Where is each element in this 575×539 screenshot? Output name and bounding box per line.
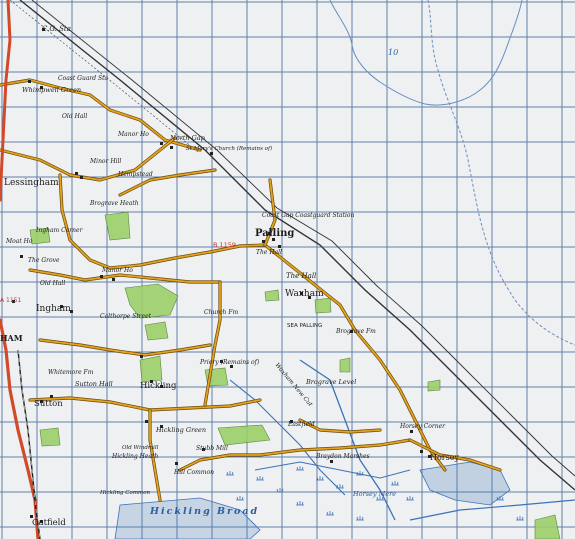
building-block	[145, 420, 148, 423]
label-north-gap: North Gap	[169, 134, 206, 142]
label-marys-church: St Mary's Church (Remains of)	[186, 145, 272, 152]
label-old-windmill: Old Windmill	[122, 445, 159, 451]
label-eastfield: Eastfield	[287, 421, 315, 428]
wood-hickling-n	[139, 355, 163, 383]
building-block	[170, 146, 173, 149]
wood-waxham	[314, 297, 332, 314]
label-old-hall-n: Old Hall	[62, 113, 87, 120]
building-block	[175, 462, 178, 465]
label-b1159: B 1159	[213, 241, 236, 249]
label-ingham: Ingham	[36, 304, 71, 314]
label-moat-ho: Moat Ho	[5, 238, 33, 245]
building-block	[20, 255, 23, 258]
label-ingham-corner: Ingham Corner	[35, 227, 84, 234]
label-manor-ho: Manor Ho	[101, 267, 133, 274]
label-brograve-level: Brograve Level	[305, 378, 356, 386]
building-block	[112, 278, 115, 281]
building-block	[80, 176, 83, 179]
label-brograve-heath: Brograve Heath	[89, 200, 139, 207]
label-horsey: Horsey	[430, 453, 459, 462]
label-hempstead: Hempstead	[117, 171, 153, 178]
label-hickling-broad: Hickling Broad	[149, 506, 259, 517]
label-manor-ho-n: Manor Ho	[117, 131, 149, 138]
label-the-grove: The Grove	[28, 257, 60, 264]
label-minor-hill: Minor Hill	[89, 158, 121, 165]
label-ham: HAM	[0, 333, 23, 343]
label-braydon: Braydon Marshes	[315, 453, 370, 460]
label-whimpwell: Whimpwell Green	[22, 86, 81, 94]
label-catfield: Catfield	[32, 518, 66, 528]
label-the-hall-palling: The Hall	[256, 249, 282, 256]
wood-brograve-level	[339, 357, 351, 373]
label-hill-common: Hill Common	[173, 469, 214, 476]
label-sutton-hall: Sutton Hall	[75, 380, 113, 388]
label-the-hall: The Hall	[286, 272, 316, 280]
building-block	[75, 172, 78, 175]
building-block	[160, 142, 163, 145]
label-calthorpe: Calthorpe Street	[100, 313, 152, 320]
label-sea-palling: SEA PALLING	[287, 323, 322, 329]
label-church-farm: Church Fm	[204, 309, 238, 316]
label-priory: Priory (Remains of)	[199, 359, 260, 366]
building-block	[210, 152, 213, 155]
building-block	[278, 245, 281, 248]
label-horsey-corner: Horsey Corner	[399, 423, 446, 430]
wood-sutton	[39, 427, 61, 447]
label-sutton: Sutton	[34, 399, 63, 409]
wood-waxham-w	[264, 289, 280, 302]
label-palling: Palling	[255, 228, 294, 239]
label-cg-sta-left: Coast Guard Sta	[58, 75, 109, 82]
label-brograve: Brograve Fm	[335, 328, 376, 335]
depth-label: 10	[388, 48, 398, 57]
building-block	[262, 240, 265, 243]
label-cg-station: Coast Gap Coastguard Station	[262, 212, 355, 219]
label-hickling-heath: Hickling Heath	[111, 453, 158, 460]
label-horsey-mere: Horsey Mere	[352, 490, 396, 498]
label-hickling-green: Hickling Green	[155, 426, 206, 434]
label-whiteway: Whitemore Fm	[48, 369, 94, 376]
label-hickling: Hickling	[140, 381, 177, 391]
label-waxham: Waxham	[285, 289, 324, 299]
wood-horsey-n	[427, 379, 441, 392]
map-svg[interactable]: 10 C.G. Sta Coast Guard Sta Whimpwell Gr…	[0, 0, 575, 539]
label-lessingham: Lessingham	[4, 178, 59, 188]
building-block	[50, 395, 53, 398]
label-stubb: Stubb Mill	[196, 445, 228, 452]
label-cg-sta-top: C.G. Sta	[42, 25, 71, 33]
wood-calthorpe	[144, 321, 169, 341]
building-block	[410, 430, 413, 433]
label-a1151: A 1151	[0, 297, 21, 304]
building-block	[420, 450, 423, 453]
label-hickling-common: Hickling Common	[99, 490, 151, 496]
building-block	[140, 355, 143, 358]
label-old-hall-w: Old Hall	[40, 280, 65, 287]
map-canvas[interactable]: 10 C.G. Sta Coast Guard Sta Whimpwell Gr…	[0, 0, 575, 539]
building-block	[330, 460, 333, 463]
building-block	[28, 80, 31, 83]
building-block	[100, 275, 103, 278]
